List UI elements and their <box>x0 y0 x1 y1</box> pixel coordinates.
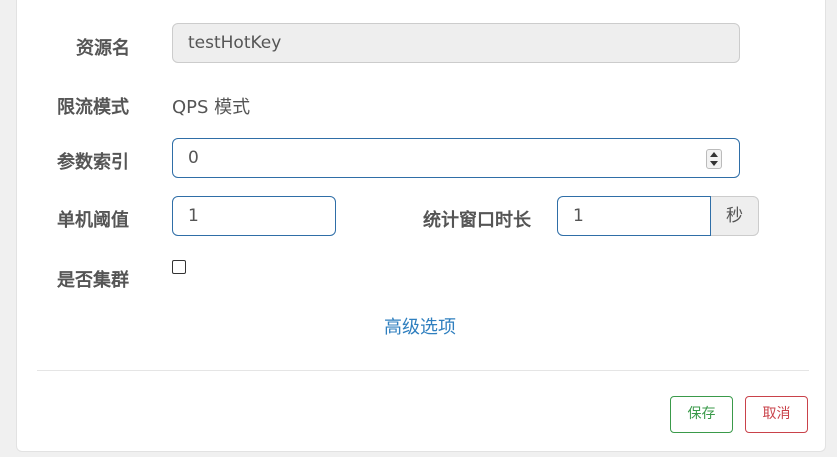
param-index-input[interactable]: 0 <box>172 138 740 178</box>
limit-mode-label: 限流模式 <box>57 97 129 118</box>
threshold-input[interactable]: 1 <box>172 196 336 236</box>
window-duration-input[interactable]: 1 <box>557 196 711 236</box>
resource-name-input[interactable]: testHotKey <box>172 23 740 63</box>
advanced-options-link[interactable]: 高级选项 <box>384 313 456 339</box>
window-duration-unit: 秒 <box>711 196 759 236</box>
limit-mode-value: QPS 模式 <box>172 97 251 118</box>
resource-name-label: 资源名 <box>76 38 130 59</box>
window-duration-label: 统计窗口时长 <box>423 210 531 231</box>
cluster-label: 是否集群 <box>57 270 129 291</box>
param-index-label: 参数索引 <box>57 152 129 173</box>
number-spinner-icon[interactable] <box>706 149 722 169</box>
cancel-button[interactable]: 取消 <box>745 396 808 433</box>
threshold-label: 单机阈值 <box>57 210 129 231</box>
param-index-value: 0 <box>188 148 199 168</box>
cluster-checkbox[interactable] <box>172 260 186 274</box>
rule-dialog: 资源名 testHotKey 限流模式 QPS 模式 参数索引 0 单机阈值 1… <box>16 0 826 452</box>
footer-divider <box>37 370 809 371</box>
save-button[interactable]: 保存 <box>670 396 733 433</box>
